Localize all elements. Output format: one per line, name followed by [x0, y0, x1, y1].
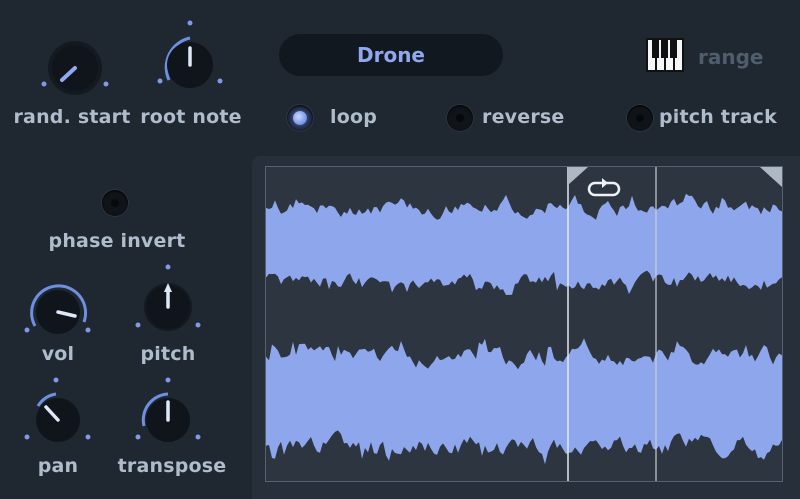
waveform-channel: [266, 338, 782, 465]
loop-icon: [587, 178, 621, 197]
root-note-label: root note: [140, 106, 242, 128]
loop-toggle[interactable]: [287, 105, 313, 131]
waveform-channels: [266, 193, 782, 465]
rand-start-knob[interactable]: [35, 28, 115, 108]
pan-knob[interactable]: [18, 376, 98, 456]
vol-label: vol: [41, 343, 75, 365]
pitch-label: pitch: [140, 343, 196, 365]
preset-selector[interactable]: Drone: [279, 34, 503, 76]
range-button[interactable]: range: [646, 38, 764, 76]
waveform-display[interactable]: [265, 166, 783, 482]
waveform-svg: [266, 167, 782, 481]
transpose-knob[interactable]: [128, 376, 208, 456]
piano-keys-icon: [646, 38, 684, 76]
reverse-label: reverse: [482, 106, 565, 128]
vol-knob[interactable]: [18, 274, 98, 354]
root-note-knob[interactable]: [150, 20, 230, 100]
rand-start-label: rand. start: [13, 106, 131, 128]
pitch-track-indicator: [636, 114, 644, 122]
phase-invert-toggle[interactable]: [102, 190, 128, 216]
loop-indicator: [293, 111, 307, 125]
loop-end-handle[interactable]: [760, 167, 782, 187]
loop-start-handle[interactable]: [568, 167, 588, 185]
pitch-knob[interactable]: [128, 262, 208, 342]
preset-name: Drone: [356, 43, 425, 67]
range-label: range: [698, 45, 764, 69]
pitch-track-label: pitch track: [659, 106, 777, 128]
pan-label: pan: [37, 455, 79, 477]
reverse-indicator: [456, 114, 464, 122]
reverse-toggle[interactable]: [447, 105, 473, 131]
pitch-track-toggle[interactable]: [627, 105, 653, 131]
waveform-channel: [266, 193, 782, 295]
transpose-label: transpose: [117, 455, 227, 477]
phase-invert-indicator: [111, 199, 119, 207]
loop-label: loop: [330, 106, 378, 128]
phase-invert-label: phase invert: [48, 230, 186, 252]
